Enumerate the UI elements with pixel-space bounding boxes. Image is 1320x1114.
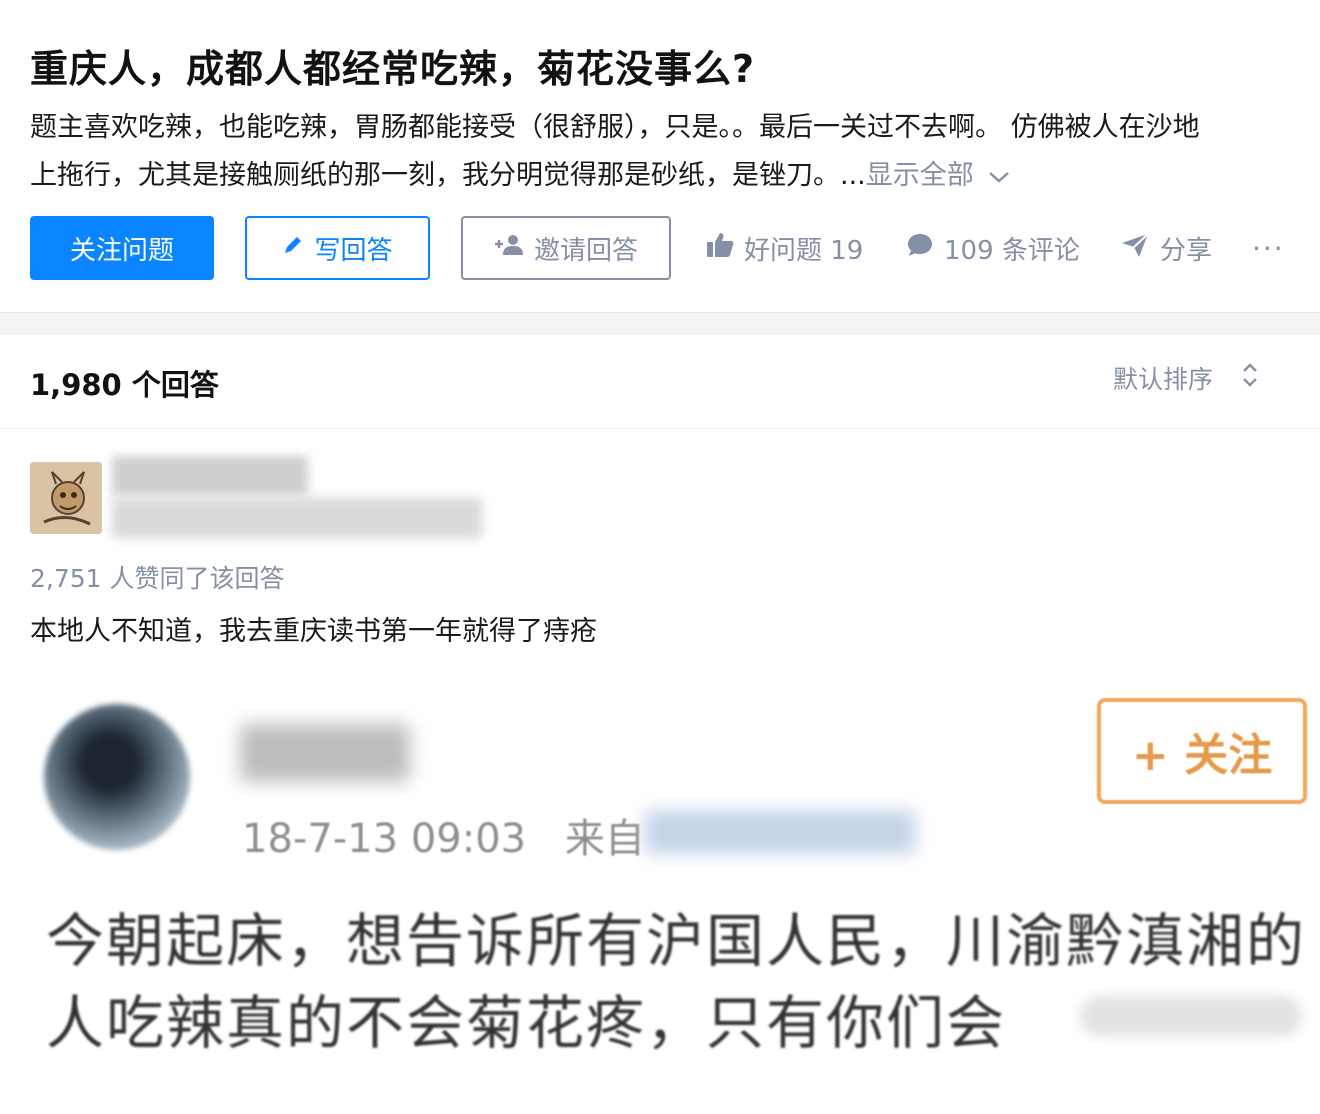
share-button[interactable]: 分享: [1120, 216, 1212, 280]
write-answer-label: 写回答: [314, 235, 393, 266]
question-detail-line2-text: 上拖行，尤其是接触厕纸的那一刻，我分明觉得那是砂纸，是锉刀。...: [30, 160, 866, 191]
more-dots-icon: ···: [1252, 231, 1285, 265]
embedded-source-prefix: 来自: [564, 816, 645, 862]
sort-label: 默认排序: [1113, 365, 1214, 394]
sort-updown-icon: [1213, 361, 1259, 395]
answer-excerpt[interactable]: 本地人不知道，我去重庆读书第一年就得了痔疮: [30, 609, 597, 648]
author-avatar[interactable]: [30, 462, 102, 534]
follow-question-label: 关注问题: [69, 235, 174, 266]
good-question-label: 好问题 19: [744, 235, 864, 266]
share-label: 分享: [1160, 235, 1213, 266]
question-card: 重庆人，成都人都经常吃辣，菊花没事么? 题主喜欢吃辣，也能吃辣，胃肠都能接受（很…: [0, 0, 1320, 312]
embedded-link-redacted: [1080, 996, 1302, 1036]
embedded-post-text: 今朝起床，想告诉所有沪国人民，川渝黔滇湘的 人吃辣真的不会菊花疼，只有你们会: [46, 900, 1316, 1064]
answer-votes[interactable]: 2,751 人赞同了该回答: [30, 559, 285, 595]
invite-answer-label: 邀请回答: [533, 235, 638, 266]
paper-plane-icon: [1120, 232, 1160, 265]
thumbs-up-icon: [706, 232, 744, 265]
invite-person-icon: [494, 233, 534, 263]
sort-dropdown[interactable]: 默认排序: [1113, 360, 1259, 396]
follow-question-button[interactable]: 关注问题: [30, 216, 214, 280]
good-question-button[interactable]: 好问题 19: [706, 216, 863, 280]
comment-bubble-icon: [906, 232, 944, 265]
question-title[interactable]: 重庆人，成都人都经常吃辣，菊花没事么?: [30, 38, 755, 93]
more-options-button[interactable]: ···: [1252, 216, 1285, 280]
comments-label: 109 条评论: [944, 235, 1080, 266]
invite-answer-button[interactable]: 邀请回答: [461, 216, 671, 280]
answers-count: 1,980 个回答: [30, 368, 219, 402]
write-answer-button[interactable]: 写回答: [245, 216, 430, 280]
show-all-link[interactable]: 显示全部: [866, 160, 974, 191]
pencil-icon: [282, 233, 314, 263]
author-headline-redacted: [112, 498, 482, 538]
embedded-text-line1: 今朝起床，想告诉所有沪国人民，川渝黔滇湘的: [46, 907, 1307, 975]
embedded-avatar: [44, 704, 190, 850]
chevron-down-icon[interactable]: [988, 152, 1010, 200]
embedded-source-redacted: [645, 810, 915, 854]
question-detail: 题主喜欢吃辣，也能吃辣，胃肠都能接受（很舒服），只是。。最后一关过不去啊。 仿佛…: [30, 104, 1310, 200]
dragon-doodle-icon: [30, 462, 102, 534]
embedded-time: 18-7-13 09:03: [242, 816, 527, 862]
answers-header: 1,980 个回答 默认排序: [0, 334, 1320, 429]
question-actions: 关注问题 写回答 邀请回答 好问题 19 109 条评论 分享 ···: [30, 216, 1310, 280]
section-divider: [0, 312, 1320, 335]
question-detail-line1: 题主喜欢吃辣，也能吃辣，胃肠都能接受（很舒服），只是。。最后一关过不去啊。 仿佛…: [30, 112, 1200, 143]
question-detail-line2: 上拖行，尤其是接触厕纸的那一刻，我分明觉得那是砂纸，是锉刀。...显示全部: [30, 152, 1310, 200]
embedded-follow-button: + 关注: [1097, 698, 1307, 804]
author-name-redacted: [112, 456, 308, 496]
embedded-username-redacted: [240, 724, 410, 782]
comments-button[interactable]: 109 条评论: [906, 216, 1080, 280]
embedded-timestamp: 18-7-13 09:03 来自: [242, 806, 645, 864]
embedded-screenshot: 18-7-13 09:03 来自 + 关注 今朝起床，想告诉所有沪国人民，川渝黔…: [0, 660, 1320, 1114]
